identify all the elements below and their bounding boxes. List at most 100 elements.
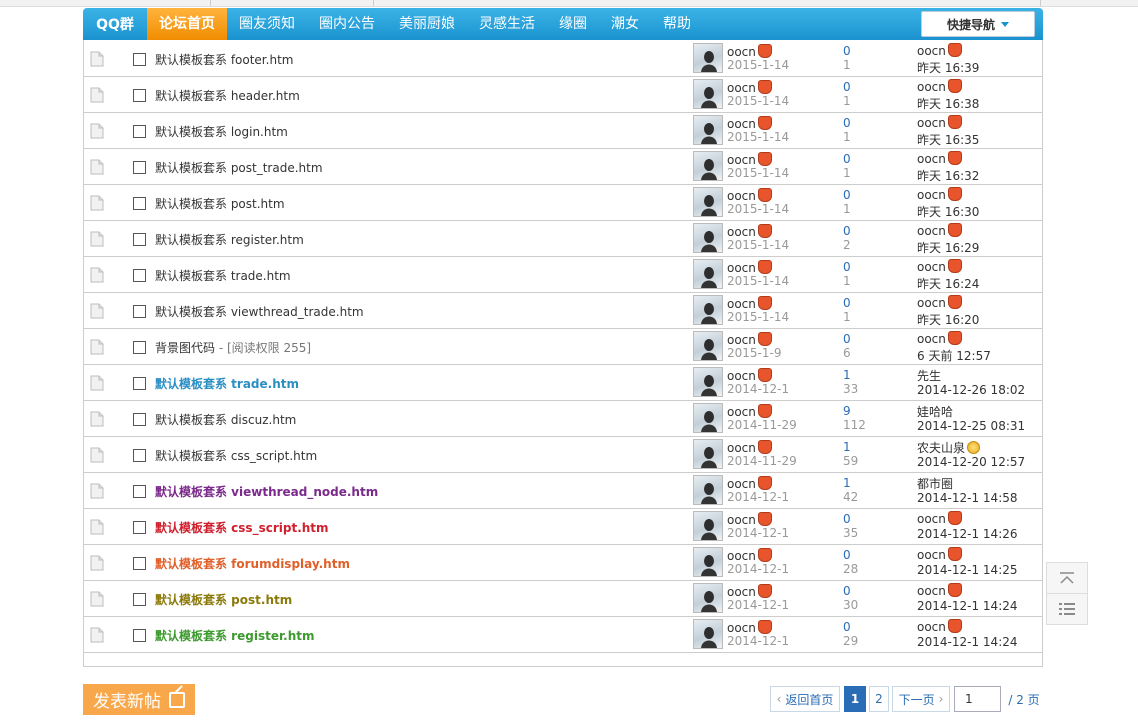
thread-checkbox[interactable] [133, 305, 146, 318]
last-post-time[interactable]: 昨天 16:39 [917, 59, 979, 76]
avatar[interactable] [693, 187, 723, 217]
avatar[interactable] [693, 403, 723, 433]
list-view-button[interactable] [1046, 593, 1088, 625]
thread-checkbox[interactable] [133, 125, 146, 138]
thread-checkbox[interactable] [133, 53, 146, 66]
author-name[interactable]: oocn [727, 513, 756, 527]
thread-checkbox[interactable] [133, 413, 146, 426]
avatar[interactable] [693, 583, 723, 613]
reply-count[interactable]: 0 [843, 296, 851, 310]
thread-checkbox[interactable] [133, 89, 146, 102]
last-post-time[interactable]: 2014-12-1 14:26 [917, 527, 1018, 541]
reply-count[interactable]: 0 [843, 548, 851, 562]
author-name[interactable]: oocn [727, 45, 756, 59]
last-post-time[interactable]: 2014-12-1 14:58 [917, 491, 1018, 505]
reply-count[interactable]: 0 [843, 260, 851, 274]
thread-checkbox[interactable] [133, 269, 146, 282]
thread-title-link[interactable]: 默认模板套系 viewthread_trade.htm [155, 303, 364, 320]
thread-checkbox[interactable] [133, 449, 146, 462]
nav-item-4[interactable]: 灵感生活 [467, 8, 547, 40]
nav-item-6[interactable]: 潮女 [599, 8, 651, 40]
thread-title-link[interactable]: 默认模板套系 discuz.htm [155, 411, 296, 428]
last-post-user[interactable]: oocn [917, 44, 946, 58]
thread-title-link[interactable]: 默认模板套系 register.htm [155, 627, 315, 644]
thread-title-link[interactable]: 默认模板套系 forumdisplay.htm [155, 555, 350, 572]
thread-checkbox[interactable] [133, 197, 146, 210]
thread-title-link[interactable]: 默认模板套系 register.htm [155, 231, 304, 248]
thread-title-link[interactable]: 默认模板套系 post.htm [155, 591, 292, 608]
last-post-user[interactable]: oocn [917, 548, 946, 562]
reply-count[interactable]: 0 [843, 584, 851, 598]
avatar[interactable] [693, 223, 723, 253]
thread-checkbox[interactable] [133, 485, 146, 498]
page-1-current[interactable]: 1 [844, 686, 866, 712]
last-post-user[interactable]: oocn [917, 152, 946, 166]
author-name[interactable]: oocn [727, 117, 756, 131]
last-post-user[interactable]: 都市圈 [917, 477, 953, 491]
last-post-user[interactable]: oocn [917, 224, 946, 238]
last-post-user[interactable]: 先生 [917, 369, 941, 383]
avatar[interactable] [693, 115, 723, 145]
reply-count[interactable]: 0 [843, 332, 851, 346]
avatar[interactable] [693, 547, 723, 577]
avatar[interactable] [693, 367, 723, 397]
author-name[interactable]: oocn [727, 441, 756, 455]
nav-item-3[interactable]: 美丽厨娘 [387, 8, 467, 40]
last-post-user[interactable]: oocn [917, 188, 946, 202]
thread-title-link[interactable]: 默认模板套系 css_script.htm [155, 447, 317, 464]
author-name[interactable]: oocn [727, 621, 756, 635]
last-post-user[interactable]: oocn [917, 80, 946, 94]
next-page-button[interactable]: 下一页 › [892, 686, 950, 712]
reply-count[interactable]: 0 [843, 44, 851, 58]
avatar[interactable] [693, 43, 723, 73]
author-name[interactable]: oocn [727, 225, 756, 239]
reply-count[interactable]: 0 [843, 80, 851, 94]
last-post-time[interactable]: 昨天 16:20 [917, 311, 979, 328]
thread-checkbox[interactable] [133, 557, 146, 570]
author-name[interactable]: oocn [727, 189, 756, 203]
reply-count[interactable]: 0 [843, 152, 851, 166]
author-name[interactable]: oocn [727, 477, 756, 491]
thread-title-link[interactable]: 默认模板套系 login.htm [155, 123, 288, 140]
nav-item-5[interactable]: 缘圈 [547, 8, 599, 40]
author-name[interactable]: oocn [727, 585, 756, 599]
last-post-user[interactable]: oocn [917, 620, 946, 634]
author-name[interactable]: oocn [727, 261, 756, 275]
thread-checkbox[interactable] [133, 341, 146, 354]
author-name[interactable]: oocn [727, 297, 756, 311]
thread-title-link[interactable]: 默认模板套系 footer.htm [155, 51, 293, 68]
thread-checkbox[interactable] [133, 521, 146, 534]
last-post-user[interactable]: oocn [917, 512, 946, 526]
last-post-user[interactable]: oocn [917, 260, 946, 274]
avatar[interactable] [693, 295, 723, 325]
nav-brand[interactable]: QQ群 [83, 14, 147, 34]
last-post-user[interactable]: 娃哈哈 [917, 405, 953, 419]
avatar[interactable] [693, 439, 723, 469]
author-name[interactable]: oocn [727, 369, 756, 383]
thread-title-link[interactable]: 默认模板套系 header.htm [155, 87, 300, 104]
thread-checkbox[interactable] [133, 629, 146, 642]
last-post-time[interactable]: 昨天 16:35 [917, 131, 979, 148]
author-name[interactable]: oocn [727, 153, 756, 167]
last-post-time[interactable]: 6 天前 12:57 [917, 347, 991, 364]
nav-item-1[interactable]: 圈友须知 [227, 8, 307, 40]
avatar[interactable] [693, 331, 723, 361]
nav-item-0[interactable]: 论坛首页 [147, 8, 227, 40]
last-post-time[interactable]: 昨天 16:24 [917, 275, 979, 292]
thread-title-link[interactable]: 默认模板套系 post_trade.htm [155, 159, 323, 176]
thread-checkbox[interactable] [133, 593, 146, 606]
thread-title-link[interactable]: 背景图代码 - [阅读权限 255] [155, 339, 311, 356]
last-post-time[interactable]: 昨天 16:29 [917, 239, 979, 256]
last-post-user[interactable]: oocn [917, 296, 946, 310]
author-name[interactable]: oocn [727, 549, 756, 563]
page-number-input[interactable]: 1 [954, 686, 1001, 712]
avatar[interactable] [693, 511, 723, 541]
new-post-button[interactable]: 发表新帖 [83, 684, 195, 715]
reply-count[interactable]: 0 [843, 620, 851, 634]
reply-count[interactable]: 1 [843, 368, 851, 382]
last-post-time[interactable]: 昨天 16:30 [917, 203, 979, 220]
last-post-user[interactable]: 农夫山泉 [917, 441, 965, 455]
nav-item-2[interactable]: 圈内公告 [307, 8, 387, 40]
last-post-time[interactable]: 2014-12-1 14:24 [917, 635, 1018, 649]
thread-checkbox[interactable] [133, 161, 146, 174]
